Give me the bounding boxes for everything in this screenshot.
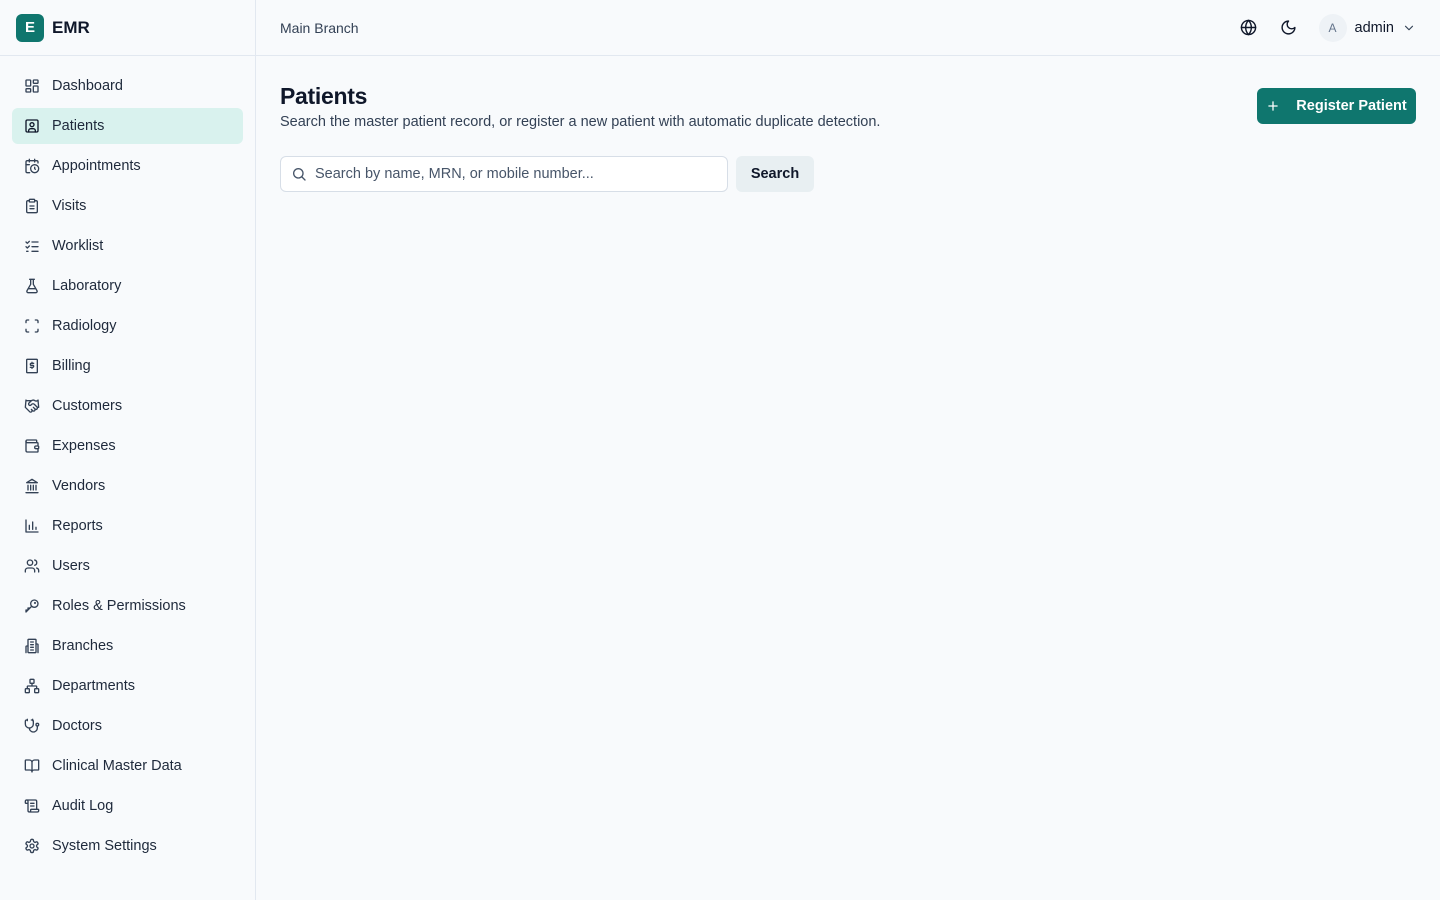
sidebar-item-label: Dashboard (52, 78, 123, 94)
patient-icon (24, 118, 40, 134)
sidebar-item-label: Worklist (52, 238, 104, 254)
search-button[interactable]: Search (736, 156, 814, 192)
scan-icon (24, 318, 40, 334)
sidebar-item-audit-log[interactable]: Audit Log (12, 788, 243, 824)
sidebar-item-visits[interactable]: Visits (12, 188, 243, 224)
sidebar-item-label: Departments (52, 678, 136, 694)
main-content: Patients Search the master patient recor… (256, 57, 1440, 900)
moon-icon (1281, 20, 1296, 35)
clipboard-icon (24, 198, 40, 214)
sidebar-item-label: Laboratory (52, 278, 122, 294)
sidebar-item-expenses[interactable]: Expenses (12, 428, 243, 464)
sidebar-item-vendors[interactable]: Vendors (12, 468, 243, 504)
sidebar-item-clinical-master-data[interactable]: Clinical Master Data (12, 748, 243, 784)
topbar: Main Branch A admin (256, 0, 1440, 56)
sidebar-item-appointments[interactable]: Appointments (12, 148, 243, 184)
chevron-down-icon (1404, 25, 1414, 30)
bar-chart-icon (24, 518, 40, 534)
plus-icon (1268, 101, 1279, 111)
wallet-icon (24, 438, 40, 454)
sidebar-item-billing[interactable]: Billing (12, 348, 243, 384)
bank-icon (24, 478, 40, 494)
dashboard-icon (24, 78, 40, 94)
sidebar-item-label: Branches (52, 638, 114, 654)
sidebar-item-label: Radiology (52, 318, 117, 334)
sidebar-item-label: Patients (52, 118, 105, 134)
sidebar-item-users[interactable]: Users (12, 548, 243, 584)
sidebar-item-system-settings[interactable]: System Settings (12, 828, 243, 864)
handshake-icon (24, 398, 40, 414)
sidebar-item-departments[interactable]: Departments (12, 668, 243, 704)
sidebar: E EMR Dashboard Patients Appointments Vi… (0, 0, 256, 900)
brand-logo: E (16, 13, 44, 42)
sidebar-item-label: System Settings (52, 838, 157, 854)
sidebar-item-worklist[interactable]: Worklist (12, 228, 243, 264)
flask-icon (24, 278, 40, 294)
sidebar-item-label: Visits (52, 198, 87, 214)
sidebar-item-label: Doctors (52, 718, 102, 734)
sidebar-item-label: Reports (52, 518, 103, 534)
sidebar-item-label: Audit Log (52, 798, 114, 814)
theme-toggle-button[interactable] (1273, 12, 1305, 44)
search-field[interactable] (280, 156, 728, 192)
receipt-icon (24, 358, 40, 374)
sidebar-item-branches[interactable]: Branches (12, 628, 243, 664)
brand[interactable]: E EMR (0, 0, 255, 56)
language-button[interactable] (1233, 12, 1265, 44)
page-title: Patients (280, 83, 368, 109)
branch-name: Main Branch (280, 19, 359, 36)
register-patient-button[interactable]: Register Patient (1257, 88, 1416, 124)
sidebar-item-radiology[interactable]: Radiology (12, 308, 243, 344)
username: admin (1354, 19, 1395, 36)
gear-icon (24, 838, 40, 854)
sidebar-item-label: Roles & Permissions (52, 598, 186, 614)
building-icon (24, 638, 40, 654)
sidebar-item-label: Vendors (52, 478, 106, 494)
search-input[interactable] (315, 157, 715, 191)
topbar-actions: A admin (1225, 12, 1417, 44)
sidebar-item-dashboard[interactable]: Dashboard (12, 68, 243, 104)
avatar: A (1318, 13, 1347, 42)
sidebar-item-laboratory[interactable]: Laboratory (12, 268, 243, 304)
globe-icon (1240, 19, 1257, 36)
sidebar-item-roles-permissions[interactable]: Roles & Permissions (12, 588, 243, 624)
sidebar-nav: Dashboard Patients Appointments Visits W… (0, 56, 255, 864)
page-subtitle: Search the master patient record, or reg… (280, 114, 881, 130)
sidebar-item-label: Appointments (52, 158, 141, 174)
list-checks-icon (24, 238, 40, 254)
network-icon (24, 678, 40, 694)
sidebar-item-patients[interactable]: Patients (12, 108, 243, 144)
sidebar-item-label: Clinical Master Data (52, 758, 182, 774)
book-icon (24, 758, 40, 774)
sidebar-item-reports[interactable]: Reports (12, 508, 243, 544)
stethoscope-icon (24, 718, 40, 734)
register-patient-label: Register Patient (1296, 98, 1407, 114)
sidebar-item-label: Users (52, 558, 90, 574)
sidebar-item-customers[interactable]: Customers (12, 388, 243, 424)
search-icon (293, 168, 306, 181)
key-icon (24, 598, 40, 614)
scroll-icon (24, 798, 40, 814)
users-icon (24, 558, 40, 574)
brand-name: EMR (52, 17, 90, 37)
sidebar-item-label: Billing (52, 358, 91, 374)
sidebar-item-label: Customers (52, 398, 123, 414)
calendar-clock-icon (24, 158, 40, 174)
sidebar-item-label: Expenses (52, 438, 116, 454)
sidebar-item-doctors[interactable]: Doctors (12, 708, 243, 744)
user-menu-button[interactable]: A admin (1318, 13, 1417, 42)
